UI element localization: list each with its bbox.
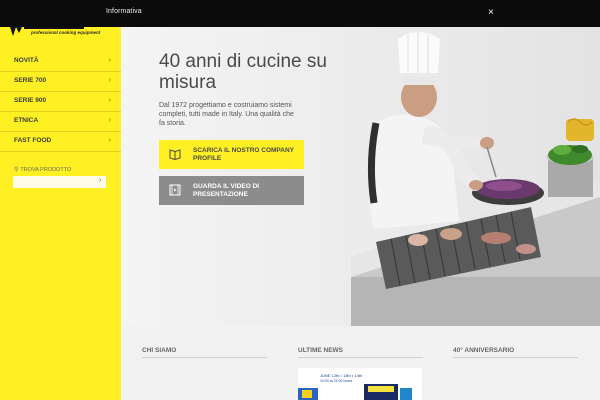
- news-thumbnail[interactable]: JUNE 12th • 13th • 14th 10:00 to 21:00 h…: [298, 368, 422, 400]
- chevron-right-icon: ›: [108, 115, 111, 124]
- search-label-text: TROVA PRODOTTO: [20, 167, 72, 173]
- sidebar: professional cooking equipment NOVITÀ › …: [0, 0, 121, 400]
- search-submit-button[interactable]: ›: [99, 177, 101, 184]
- home-sections: CHI SIAMO ULTIME NEWS 40° ANNIVERSARIO J…: [121, 326, 600, 400]
- chevron-right-icon: ›: [108, 135, 111, 144]
- download-company-profile-label: SCARICA IL NOSTRO COMPANY PROFILE: [193, 147, 294, 162]
- search-input[interactable]: [13, 176, 106, 188]
- chevron-right-icon: ›: [108, 95, 111, 104]
- sidebar-item-novita[interactable]: NOVITÀ ›: [0, 52, 121, 72]
- search-label: ⚲ TROVA PRODOTTO: [14, 166, 71, 173]
- download-company-profile-button[interactable]: SCARICA IL NOSTRO COMPANY PROFILE: [159, 140, 304, 169]
- anniversario-title[interactable]: 40° ANNIVERSARIO: [453, 347, 514, 354]
- chi-siamo-title[interactable]: CHI SIAMO: [142, 347, 176, 354]
- search-icon: ⚲: [14, 167, 19, 173]
- hero-chef-image: [351, 32, 600, 326]
- sidebar-item-label: FAST FOOD: [14, 137, 52, 144]
- sidebar-item-label: NOVITÀ: [14, 57, 39, 64]
- cookie-bar-text[interactable]: Informativa: [106, 8, 142, 15]
- cookie-bar: Informativa ×: [0, 0, 600, 27]
- sidebar-item-fast-food[interactable]: FAST FOOD ›: [0, 132, 121, 152]
- divider: [298, 357, 423, 358]
- sidebar-item-serie-900[interactable]: SERIE 900 ›: [0, 92, 121, 112]
- book-icon: [169, 149, 181, 160]
- film-icon: [169, 184, 181, 196]
- watch-video-label: GUARDA IL VIDEO DI PRESENTAZIONE: [193, 183, 260, 198]
- sidebar-item-serie-700[interactable]: SERIE 700 ›: [0, 72, 121, 92]
- sidebar-item-label: ETNICA: [14, 117, 39, 124]
- chevron-right-icon: ›: [108, 75, 111, 84]
- sidebar-item-label: SERIE 900: [14, 97, 47, 104]
- sidebar-nav: NOVITÀ › SERIE 700 › SERIE 900 › ETNICA …: [0, 52, 121, 152]
- sidebar-item-etnica[interactable]: ETNICA ›: [0, 112, 121, 132]
- close-icon[interactable]: ×: [488, 8, 494, 18]
- sidebar-item-label: SERIE 700: [14, 77, 47, 84]
- chevron-right-icon: ›: [108, 55, 111, 64]
- watch-video-button[interactable]: GUARDA IL VIDEO DI PRESENTAZIONE: [159, 176, 304, 205]
- hero-text: Dal 1972 progettiamo e costruiamo sistem…: [159, 102, 294, 127]
- hero-banner: 40 anni di cucine su misura Dal 1972 pro…: [121, 27, 600, 326]
- ultime-news-title[interactable]: ULTIME NEWS: [298, 347, 343, 354]
- hero-title: 40 anni di cucine su misura: [159, 51, 327, 93]
- news-thumb-graphic: [298, 384, 412, 400]
- logo[interactable]: professional cooking equipment: [0, 27, 121, 41]
- divider: [142, 357, 267, 358]
- divider: [453, 357, 578, 358]
- logo-tagline: professional cooking equipment: [31, 30, 101, 35]
